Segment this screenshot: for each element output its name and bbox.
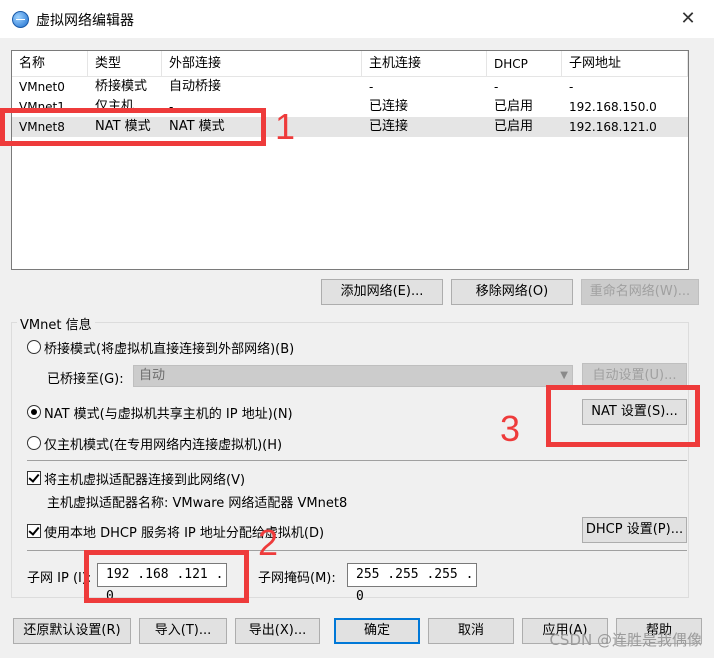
- cell-host: 已连接: [369, 119, 409, 134]
- table-row[interactable]: VMnet0 桥接模式 自动桥接 - - -: [12, 77, 688, 97]
- header-external[interactable]: 外部连接: [162, 51, 362, 77]
- dhcp-label[interactable]: 使用本地 DHCP 服务将 IP 地址分配给虚拟机(D): [44, 522, 324, 541]
- nat-mode-radio[interactable]: [27, 405, 41, 419]
- bridge-mode-label[interactable]: 桥接模式(将虚拟机直接连接到外部网络)(B): [44, 338, 294, 357]
- header-dhcp[interactable]: DHCP: [487, 51, 562, 77]
- export-button[interactable]: 导出(X)...: [235, 618, 320, 644]
- annotation-number-2: 2: [258, 522, 279, 563]
- import-button[interactable]: 导入(T)...: [139, 618, 227, 644]
- window-title: 虚拟网络编辑器: [36, 13, 134, 29]
- header-type[interactable]: 类型: [88, 51, 162, 77]
- annotation-box-3: [546, 385, 700, 447]
- annotation-box-2: [84, 550, 249, 603]
- chevron-down-icon: ▼: [560, 370, 568, 381]
- network-list[interactable]: 名称 类型 外部连接 主机连接 DHCP 子网地址 VMnet0 桥接模式 自动…: [11, 50, 689, 270]
- annotation-box-1: [0, 108, 266, 146]
- network-globe-icon: [12, 11, 29, 28]
- cell-external: 自动桥接: [169, 79, 222, 94]
- hostonly-mode-radio[interactable]: [27, 436, 41, 450]
- cell-host: -: [369, 80, 374, 94]
- header-host[interactable]: 主机连接: [362, 51, 487, 77]
- cancel-button[interactable]: 取消: [428, 618, 514, 644]
- annotation-number-1: 1: [275, 106, 296, 147]
- cell-dhcp: 已启用: [494, 99, 534, 114]
- list-header: 名称 类型 外部连接 主机连接 DHCP 子网地址: [12, 51, 688, 77]
- cell-subnet: 192.168.150.0: [569, 100, 657, 114]
- rename-network-button[interactable]: 重命名网络(W)...: [581, 279, 699, 305]
- close-button[interactable]: ✕: [670, 4, 706, 34]
- nat-mode-label[interactable]: NAT 模式(与虚拟机共享主机的 IP 地址)(N): [44, 403, 293, 422]
- cell-name: VMnet0: [19, 80, 65, 94]
- title-bar: 虚拟网络编辑器 ✕: [0, 0, 714, 38]
- dhcp-settings-button[interactable]: DHCP 设置(P)...: [582, 517, 687, 543]
- cell-subnet: 192.168.121.0: [569, 120, 657, 134]
- subnet-mask-input[interactable]: 255 .255 .255 . 0: [347, 563, 477, 604]
- bridged-to-select[interactable]: 自动 ▼: [133, 365, 573, 387]
- header-subnet[interactable]: 子网地址: [562, 51, 688, 77]
- connect-adapter-label[interactable]: 将主机虚拟适配器连接到此网络(V): [44, 469, 245, 488]
- subnet-mask-label: 子网掩码(M):: [258, 571, 336, 586]
- cell-type: 桥接模式: [95, 79, 148, 94]
- hostonly-mode-label[interactable]: 仅主机模式(在专用网络内连接虚拟机)(H): [44, 434, 282, 453]
- watermark: CSDN @连胜是我偶像: [549, 631, 702, 649]
- cell-subnet: -: [569, 80, 574, 94]
- bridge-mode-radio[interactable]: [27, 340, 41, 354]
- adapter-name-label: 主机虚拟适配器名称: VMware 网络适配器 VMnet8: [47, 496, 348, 511]
- ok-button[interactable]: 确定: [334, 618, 420, 644]
- add-network-button[interactable]: 添加网络(E)...: [321, 279, 443, 305]
- subnet-ip-label: 子网 IP (I):: [27, 571, 92, 586]
- annotation-number-3: 3: [500, 408, 521, 449]
- cell-host: 已连接: [369, 99, 409, 114]
- vmnet-info-label: VMnet 信息: [17, 314, 95, 333]
- divider: [27, 460, 687, 461]
- dhcp-checkbox[interactable]: [27, 524, 41, 538]
- bridged-to-value: 自动: [139, 368, 166, 383]
- bridged-to-label: 已桥接至(G):: [47, 372, 124, 387]
- header-name[interactable]: 名称: [12, 51, 88, 77]
- remove-network-button[interactable]: 移除网络(O): [451, 279, 573, 305]
- restore-defaults-button[interactable]: 还原默认设置(R): [13, 618, 131, 644]
- cell-dhcp: 已启用: [494, 119, 534, 134]
- connect-adapter-checkbox[interactable]: [27, 471, 41, 485]
- cell-dhcp: -: [494, 80, 499, 94]
